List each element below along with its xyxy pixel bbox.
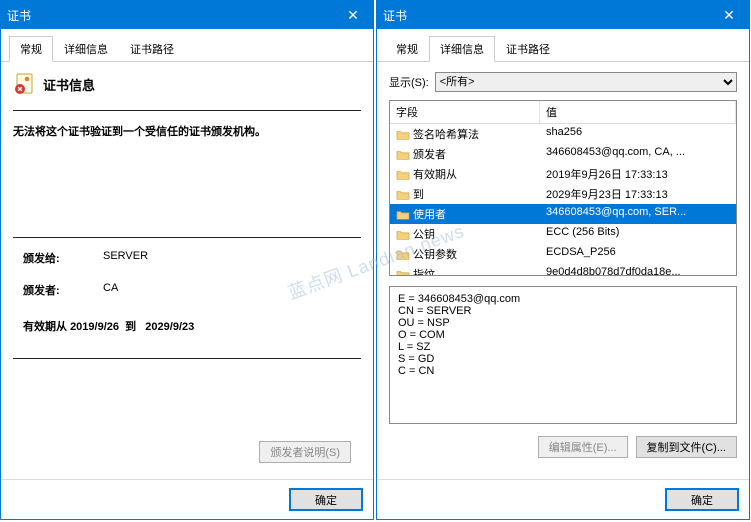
tab-details[interactable]: 详细信息 <box>429 36 495 62</box>
cert-info-header: 证书信息 <box>13 72 361 102</box>
tab-body-details: 显示(S): <所有> 字段 值 签名哈希算法sha256 颁发者3466084… <box>377 62 749 479</box>
field-icon <box>396 149 410 161</box>
issuer-statement-button: 颁发者说明(S) <box>259 441 351 463</box>
field-list[interactable]: 字段 值 签名哈希算法sha256 颁发者346608453@qq.com, C… <box>389 100 737 276</box>
table-row[interactable]: 到2029年9月23日 17:33:13 <box>390 184 736 204</box>
button-row: 颁发者说明(S) <box>13 435 361 469</box>
col-field[interactable]: 字段 <box>390 101 540 123</box>
table-row[interactable]: 公钥ECC (256 Bits) <box>390 224 736 244</box>
value-cell: sha256 <box>540 125 736 143</box>
field-cell: 公钥参数 <box>390 245 540 263</box>
ok-button[interactable]: 确定 <box>289 488 363 511</box>
issued-by-label: 颁发者: <box>23 282 83 298</box>
tab-body-general: 证书信息 无法将这个证书验证到一个受信任的证书颁发机构。 颁发给: SERVER… <box>1 62 373 479</box>
col-value[interactable]: 值 <box>540 101 736 123</box>
field-cell: 指纹 <box>390 265 540 276</box>
table-row[interactable]: 签名哈希算法sha256 <box>390 124 736 144</box>
close-button[interactable]: ✕ <box>333 1 373 29</box>
dialog-footer: 确定 <box>377 479 749 519</box>
tab-general[interactable]: 常规 <box>9 36 53 62</box>
dialog-footer: 确定 <box>1 479 373 519</box>
tab-path[interactable]: 证书路径 <box>119 36 185 62</box>
table-row[interactable]: 公钥参数ECDSA_P256 <box>390 244 736 264</box>
divider <box>13 237 361 238</box>
close-button[interactable]: ✕ <box>709 1 749 29</box>
tab-strip: 常规 详细信息 证书路径 <box>1 29 373 62</box>
tab-path[interactable]: 证书路径 <box>495 36 561 62</box>
field-icon <box>396 129 410 141</box>
certificate-dialog-details: 证书 ✕ 常规 详细信息 证书路径 显示(S): <所有> 字段 值 签名哈希算… <box>376 0 750 520</box>
field-icon <box>396 249 410 261</box>
field-cell: 有效期从 <box>390 165 540 183</box>
validity-row: 有效期从 2019/9/26 到 2029/9/23 <box>13 306 361 334</box>
edit-properties-button: 编辑属性(E)... <box>538 436 628 458</box>
table-row[interactable]: 使用者346608453@qq.com, SER... <box>390 204 736 224</box>
tab-strip: 常规 详细信息 证书路径 <box>377 29 749 62</box>
valid-from-label: 有效期从 <box>23 321 67 333</box>
dialog-title: 证书 <box>383 7 407 24</box>
value-cell: ECDSA_P256 <box>540 245 736 263</box>
certificate-warning-icon <box>13 72 37 96</box>
value-cell: ECC (256 Bits) <box>540 225 736 243</box>
field-cell: 公钥 <box>390 225 540 243</box>
valid-from-value: 2019/9/26 <box>70 321 119 333</box>
table-row[interactable]: 颁发者346608453@qq.com, CA, ... <box>390 144 736 164</box>
value-cell: 2029年9月23日 17:33:13 <box>540 185 736 203</box>
show-select[interactable]: <所有> <box>435 72 737 92</box>
field-cell: 签名哈希算法 <box>390 125 540 143</box>
divider <box>13 110 361 111</box>
field-icon <box>396 209 410 221</box>
button-row: 编辑属性(E)... 复制到文件(C)... <box>389 424 737 458</box>
list-header: 字段 值 <box>390 101 736 124</box>
issued-by-row: 颁发者: CA <box>13 274 361 306</box>
show-label: 显示(S): <box>389 74 429 90</box>
field-icon <box>396 229 410 241</box>
table-row[interactable]: 指纹9e0d4d8b078d7df0da18e... <box>390 264 736 276</box>
divider <box>13 358 361 359</box>
certificate-dialog-general: 证书 ✕ 常规 详细信息 证书路径 证书信息 <box>0 0 374 520</box>
valid-to-value: 2029/9/23 <box>145 321 194 333</box>
table-row[interactable]: 有效期从2019年9月26日 17:33:13 <box>390 164 736 184</box>
value-cell: 346608453@qq.com, SER... <box>540 205 736 223</box>
issued-by-value: CA <box>103 282 118 298</box>
value-cell: 2019年9月26日 17:33:13 <box>540 165 736 183</box>
list-body: 签名哈希算法sha256 颁发者346608453@qq.com, CA, ..… <box>390 124 736 276</box>
tab-general[interactable]: 常规 <box>385 36 429 62</box>
details-pane[interactable]: E = 346608453@qq.com CN = SERVER OU = NS… <box>389 286 737 424</box>
cert-info-title: 证书信息 <box>43 75 95 94</box>
cert-warning-message: 无法将这个证书验证到一个受信任的证书颁发机构。 <box>13 115 361 153</box>
show-filter-row: 显示(S): <所有> <box>389 72 737 92</box>
issued-to-row: 颁发给: SERVER <box>13 242 361 274</box>
issued-to-value: SERVER <box>103 250 148 266</box>
ok-button[interactable]: 确定 <box>665 488 739 511</box>
field-icon <box>396 269 410 276</box>
field-icon <box>396 169 410 181</box>
copy-to-file-button[interactable]: 复制到文件(C)... <box>636 436 737 458</box>
tab-details[interactable]: 详细信息 <box>53 36 119 62</box>
dialog-pair: 证书 ✕ 常规 详细信息 证书路径 证书信息 <box>0 0 751 520</box>
dialog-title: 证书 <box>7 7 31 24</box>
issued-to-label: 颁发给: <box>23 250 83 266</box>
titlebar: 证书 ✕ <box>1 1 373 29</box>
value-cell: 9e0d4d8b078d7df0da18e... <box>540 265 736 276</box>
field-cell: 使用者 <box>390 205 540 223</box>
valid-to-label: 到 <box>125 321 136 333</box>
field-icon <box>396 189 410 201</box>
field-cell: 到 <box>390 185 540 203</box>
value-cell: 346608453@qq.com, CA, ... <box>540 145 736 163</box>
titlebar: 证书 ✕ <box>377 1 749 29</box>
field-cell: 颁发者 <box>390 145 540 163</box>
